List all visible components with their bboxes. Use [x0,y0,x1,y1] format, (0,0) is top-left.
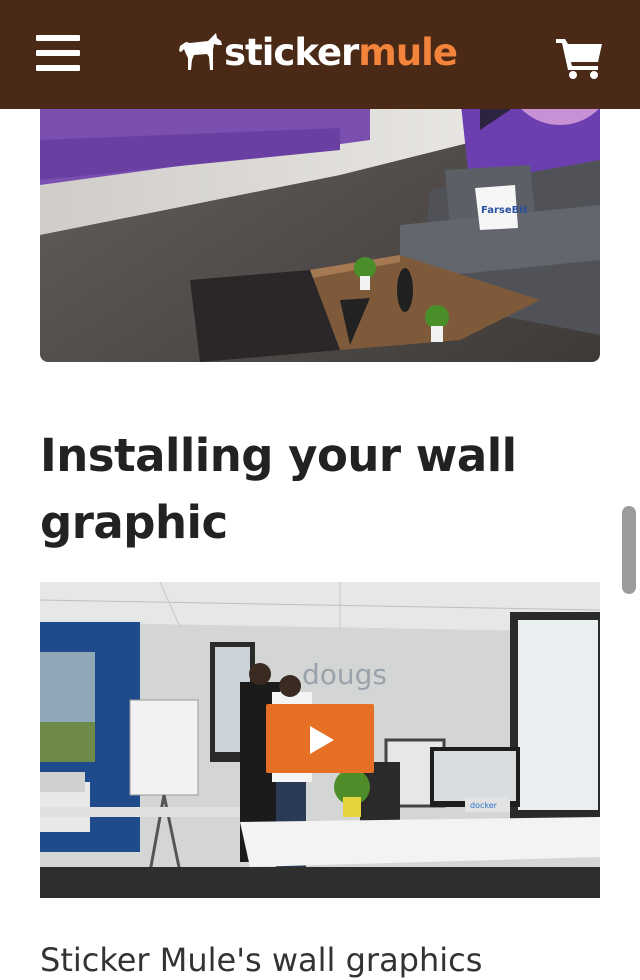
section-heading: Installing your wall graphic [40,429,517,549]
video-wall-text: dougs [302,658,387,691]
pillow-text: FarseBit [481,205,528,216]
brand-wordmark: stickermule [224,31,458,75]
play-icon [310,726,334,754]
brand-part-sticker: sticker [224,31,359,74]
mule-logo-icon [179,33,222,70]
body-paragraph: Sticker Mule's wall graphics [40,941,483,979]
top-navigation-bar: stickermule [0,0,640,109]
cart-icon[interactable] [556,36,606,80]
page-scrollbar[interactable] [622,506,636,594]
sticker-mule-logo[interactable]: stickermule [178,28,468,78]
docker-sign-text: docker [470,801,498,810]
brand-part-mule: mule [358,31,458,74]
menu-icon[interactable] [36,33,82,73]
video-play-button[interactable] [266,704,374,773]
